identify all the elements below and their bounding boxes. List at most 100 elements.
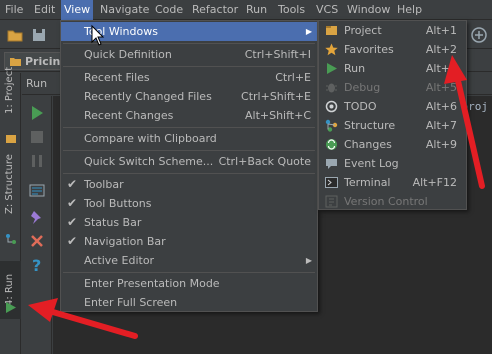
menu-item-shortcut: Ctrl+E — [275, 71, 311, 84]
tab-project-label: 1: Project — [4, 66, 15, 114]
menu-item-active-editor[interactable]: Active Editor ▶ — [61, 251, 317, 270]
menu-separator — [63, 66, 315, 67]
menu-edit[interactable]: Edit — [31, 0, 58, 20]
tool-windows-submenu: Project Alt+1 Favorites Alt+2 Run Alt+4 … — [318, 20, 467, 210]
menu-item-compare-with-clipboard[interactable]: Compare with Clipboard — [61, 129, 317, 148]
help-icon[interactable]: ? — [28, 256, 46, 275]
submenu-item-run[interactable]: Run Alt+4 — [319, 59, 466, 78]
rerun-icon[interactable] — [28, 104, 46, 122]
run-panel-title: Run — [26, 77, 48, 90]
breadcrumb-label: Pricin — [25, 55, 61, 68]
menu-separator — [63, 127, 315, 128]
menu-item-shortcut: Alt+Shift+C — [244, 109, 311, 122]
view-menu: Tool Windows ▶ Quick Definition Ctrl+Shi… — [60, 20, 318, 312]
menu-item-label: Recent Changes — [84, 109, 174, 122]
menu-file[interactable]: File — [2, 0, 26, 20]
menu-code[interactable]: Code — [152, 0, 186, 20]
menu-item-label: Recently Changed Files — [84, 90, 212, 103]
menu-item-label: Recent Files — [84, 71, 150, 84]
submenu-item-debug[interactable]: Debug Alt+5 — [319, 78, 466, 97]
menu-separator — [63, 272, 315, 273]
submenu-item-label: TODO — [344, 100, 377, 113]
submenu-item-shortcut: Alt+6 — [425, 100, 457, 113]
menu-item-label: Status Bar — [84, 216, 142, 229]
menu-item-shortcut: Ctrl+Shift+I — [244, 48, 311, 61]
menu-navigate[interactable]: Navigate — [97, 0, 152, 20]
plus-icon[interactable] — [470, 26, 488, 44]
submenu-item-version-control[interactable]: Version Control — [319, 192, 466, 211]
svg-text:?: ? — [32, 256, 41, 274]
submenu-item-favorites[interactable]: Favorites Alt+2 — [319, 40, 466, 59]
menu-item-tool-buttons[interactable]: ✔ Tool Buttons — [61, 194, 317, 213]
submenu-item-label: Favorites — [344, 43, 394, 56]
vcs-icon — [325, 195, 338, 208]
todo-icon — [325, 100, 338, 113]
menu-item-status-bar[interactable]: ✔ Status Bar — [61, 213, 317, 232]
menu-item-recent-files[interactable]: Recent Files Ctrl+E — [61, 68, 317, 87]
project-icon — [6, 135, 16, 143]
submenu-item-shortcut: Alt+4 — [425, 62, 457, 75]
menu-item-shortcut: Ctrl+Shift+E — [241, 90, 311, 103]
run-icon — [327, 63, 337, 74]
menu-item-label: Active Editor — [84, 254, 155, 267]
tool-window-stripe: 1: Project Z: Structure 4: Run — [0, 67, 21, 354]
submenu-item-structure[interactable]: Structure Alt+7 — [319, 116, 466, 135]
menu-refactor[interactable]: Refactor — [189, 0, 241, 20]
submenu-item-label: Structure — [344, 119, 396, 132]
submenu-item-event-log[interactable]: Event Log — [319, 154, 466, 173]
menu-item-tool-windows[interactable]: Tool Windows ▶ — [61, 22, 317, 41]
submenu-item-shortcut: Alt+F12 — [412, 176, 457, 189]
menu-tools[interactable]: Tools — [275, 0, 308, 20]
submenu-item-shortcut: Alt+7 — [425, 119, 457, 132]
menu-window[interactable]: Window — [344, 0, 393, 20]
structure-icon — [325, 119, 338, 132]
submenu-item-project[interactable]: Project Alt+1 — [319, 21, 466, 40]
menu-item-quick-definition[interactable]: Quick Definition Ctrl+Shift+I — [61, 45, 317, 64]
submenu-item-label: Event Log — [344, 157, 399, 170]
open-folder-icon[interactable] — [6, 26, 24, 44]
submenu-item-shortcut: Alt+9 — [425, 138, 457, 151]
menu-help[interactable]: Help — [394, 0, 425, 20]
submenu-item-label: Terminal — [344, 176, 391, 189]
submenu-item-label: Changes — [344, 138, 392, 151]
menu-view[interactable]: View — [61, 0, 94, 20]
menu-item-enter-full-screen[interactable]: Enter Full Screen — [61, 293, 317, 312]
menu-separator — [63, 43, 315, 44]
pin-icon[interactable] — [28, 208, 46, 226]
submenu-item-changes[interactable]: Changes Alt+9 — [319, 135, 466, 154]
menu-item-label: Tool Windows — [84, 25, 158, 38]
menu-item-quick-switch-scheme[interactable]: Quick Switch Scheme... Ctrl+Back Quote — [61, 152, 317, 171]
tab-project[interactable]: 1: Project — [0, 67, 21, 147]
menu-item-label: Toolbar — [84, 178, 124, 191]
submenu-item-label: Version Control — [344, 195, 428, 208]
menu-item-recent-changes[interactable]: Recent Changes Alt+Shift+C — [61, 106, 317, 125]
save-icon[interactable] — [30, 26, 48, 44]
menu-item-navigation-bar[interactable]: ✔ Navigation Bar — [61, 232, 317, 251]
run-toolbar: ? — [22, 96, 52, 354]
submenu-item-todo[interactable]: TODO Alt+6 — [319, 97, 466, 116]
checkmark-icon: ✔ — [67, 234, 78, 248]
menu-item-label: Navigation Bar — [84, 235, 166, 248]
terminal-icon — [325, 177, 338, 188]
menu-item-label: Enter Presentation Mode — [84, 277, 220, 290]
checkmark-icon: ✔ — [67, 215, 78, 229]
debug-icon — [326, 83, 337, 93]
menu-item-enter-presentation-mode[interactable]: Enter Presentation Mode — [61, 274, 317, 293]
checkmark-icon: ✔ — [67, 196, 78, 210]
submenu-arrow-icon: ▶ — [305, 256, 312, 265]
menu-item-toolbar[interactable]: ✔ Toolbar — [61, 175, 317, 194]
pause-icon[interactable] — [28, 152, 46, 170]
menu-vcs[interactable]: VCS — [313, 0, 341, 20]
project-icon — [326, 26, 337, 35]
menu-run[interactable]: Run — [243, 0, 270, 20]
close-icon[interactable] — [28, 232, 46, 250]
dump-threads-icon[interactable] — [28, 182, 46, 200]
stop-icon[interactable] — [28, 128, 46, 146]
run-stripe-icon[interactable] — [4, 301, 17, 317]
tab-structure[interactable]: Z: Structure — [0, 154, 21, 247]
menu-separator — [63, 173, 315, 174]
menu-item-recently-changed-files[interactable]: Recently Changed Files Ctrl+Shift+E — [61, 87, 317, 106]
submenu-item-label: Run — [344, 62, 366, 75]
submenu-item-terminal[interactable]: Terminal Alt+F12 — [319, 173, 466, 192]
structure-icon — [6, 234, 16, 244]
